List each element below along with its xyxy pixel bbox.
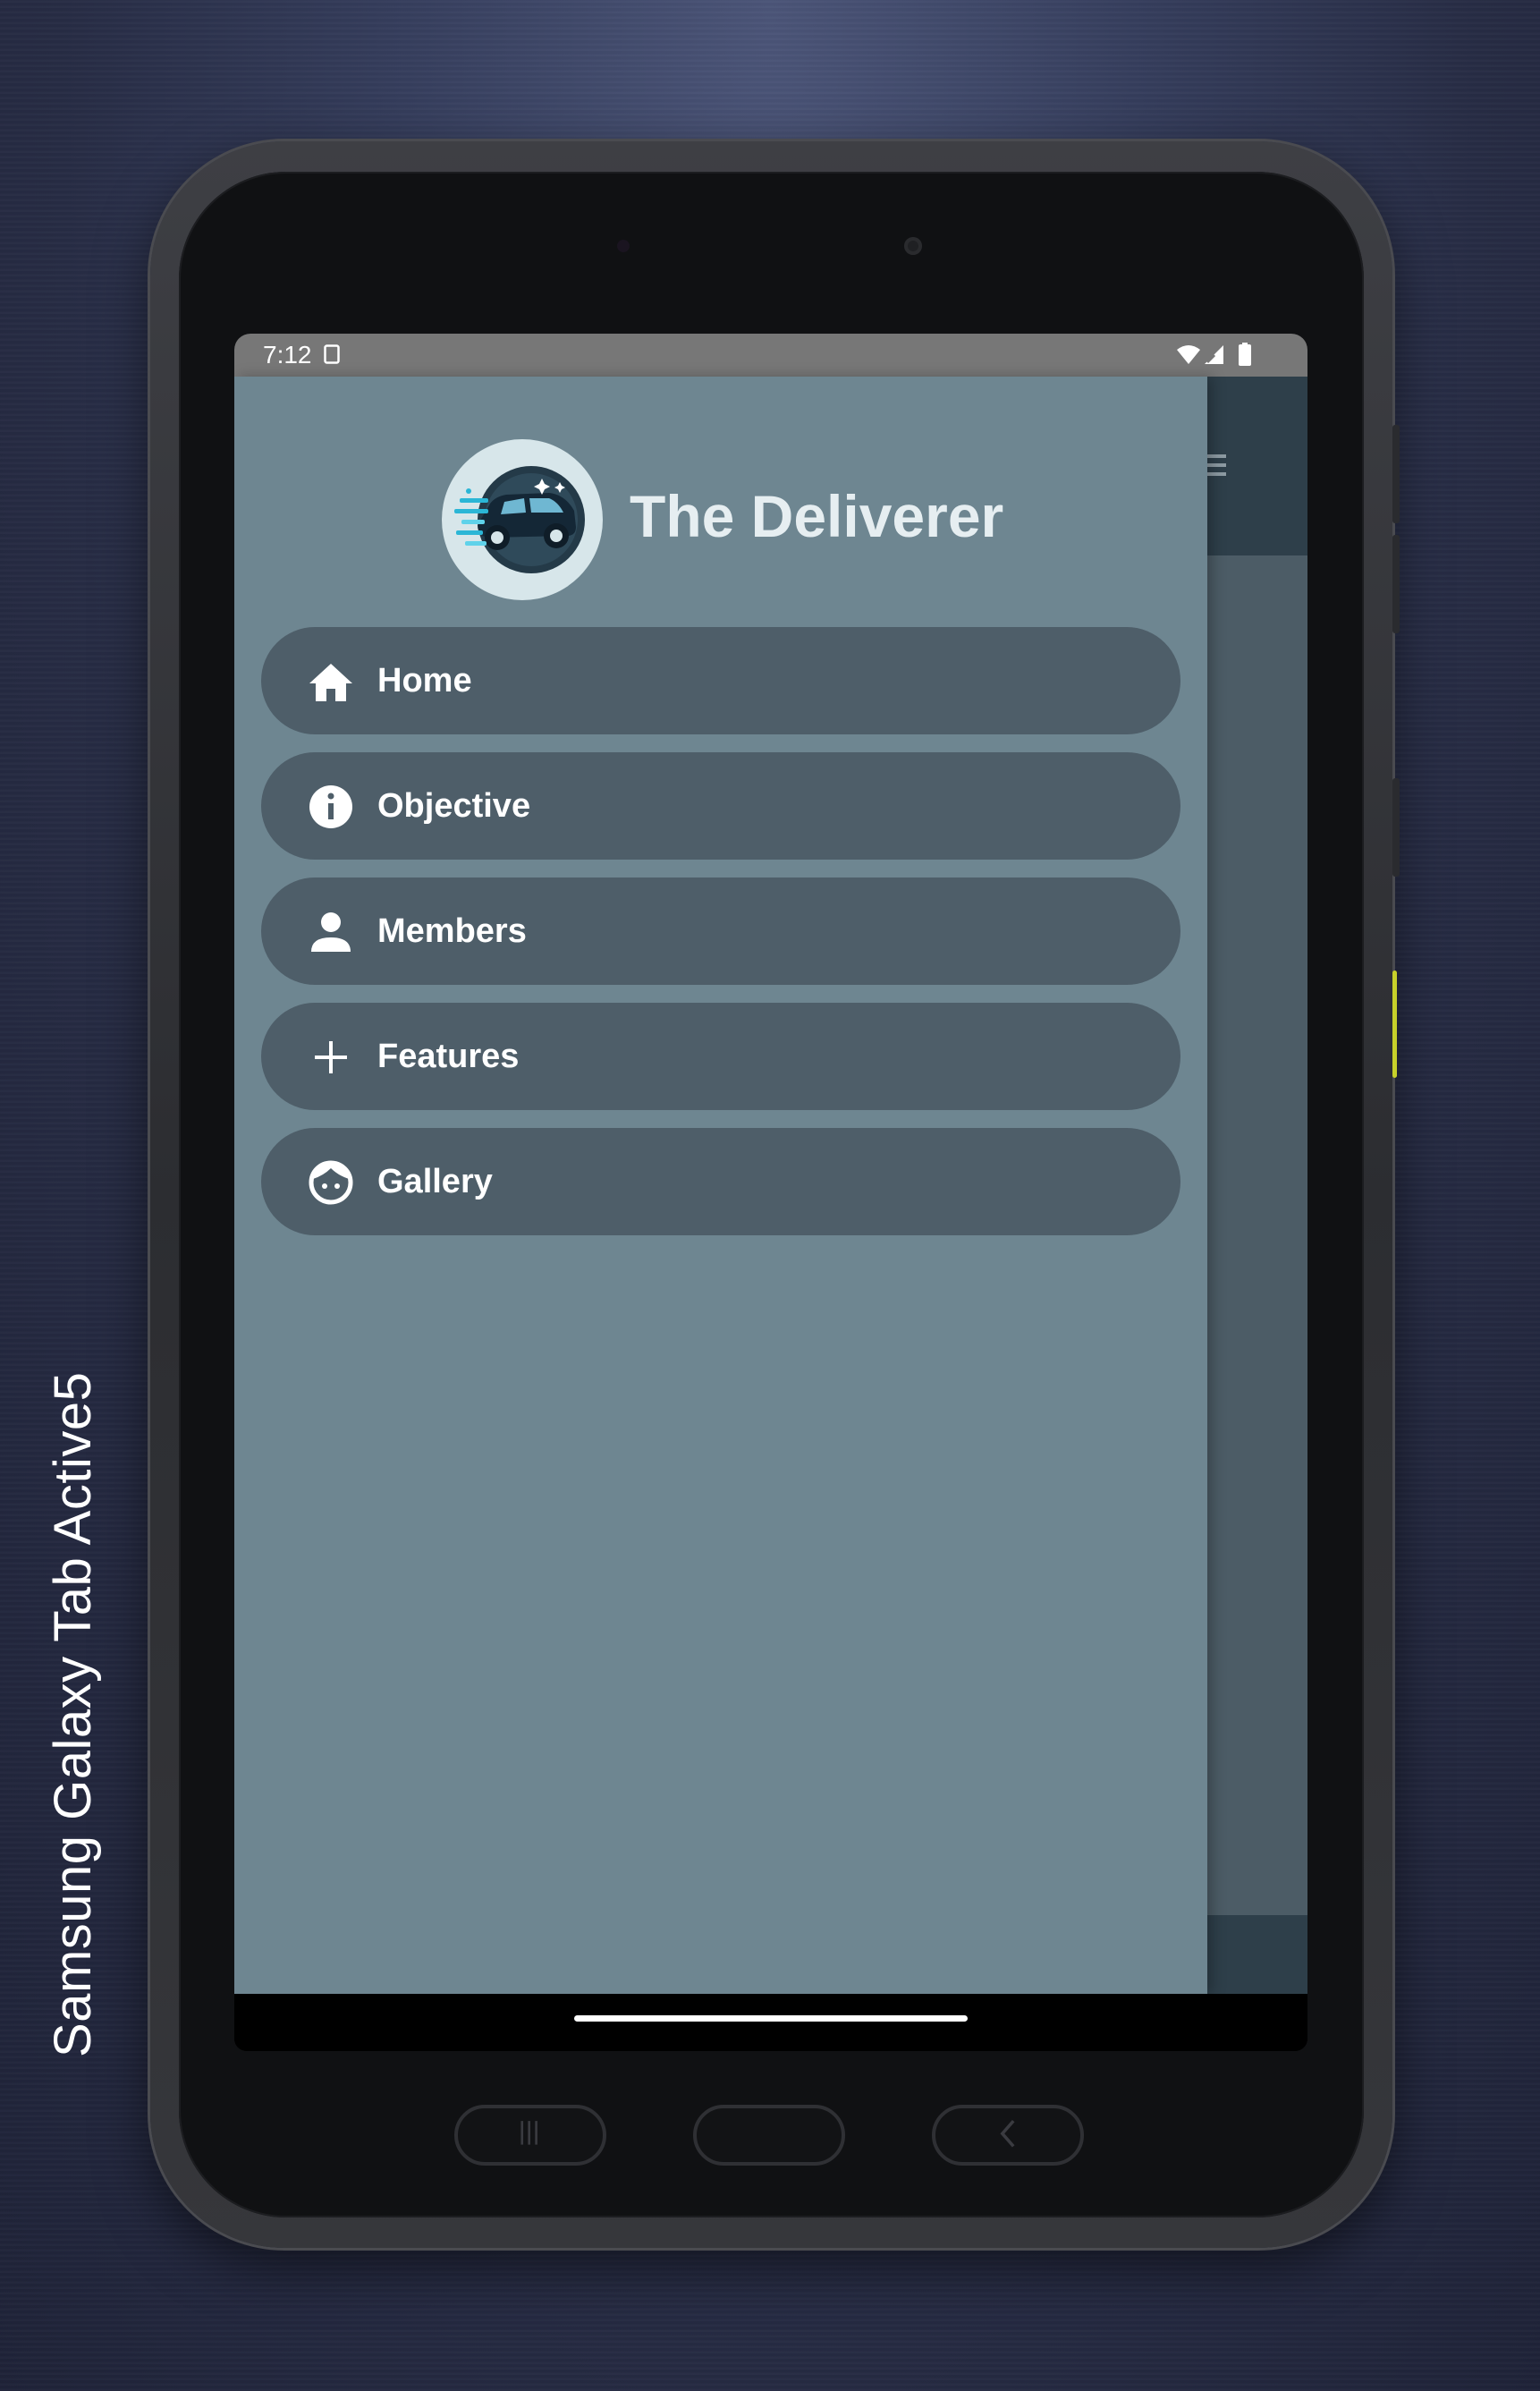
active-key	[1392, 971, 1397, 1078]
info-icon	[309, 785, 352, 828]
nav-item-gallery[interactable]: Gallery	[261, 1128, 1180, 1235]
light-sensor	[617, 240, 630, 252]
nav-label-objective: Objective	[377, 787, 531, 825]
screenshot-icon	[324, 344, 340, 364]
nav-item-features[interactable]: Features	[261, 1003, 1180, 1110]
signal-icon	[1205, 345, 1223, 364]
navigation-drawer: The Deliverer Home Objective Members Fea…	[234, 377, 1207, 1994]
status-icons	[1177, 343, 1251, 366]
volume-down-key	[1392, 535, 1400, 633]
plus-icon	[315, 1041, 347, 1073]
recents-icon	[520, 2121, 537, 2145]
nav-label-gallery: Gallery	[377, 1163, 493, 1200]
nav-label-home: Home	[377, 662, 472, 699]
nav-label-features: Features	[377, 1038, 520, 1075]
home-hardware-key[interactable]	[693, 2105, 845, 2166]
face-icon	[309, 1160, 353, 1205]
app-title: The Deliverer	[630, 483, 1004, 549]
recents-hardware-key[interactable]	[454, 2105, 606, 2166]
nav-label-members: Members	[377, 912, 527, 950]
battery-icon	[1239, 343, 1251, 366]
wifi-icon	[1177, 345, 1200, 364]
volume-up-key	[1392, 425, 1400, 523]
person-icon	[311, 912, 351, 952]
back-hardware-key[interactable]	[932, 2105, 1084, 2166]
gesture-navigation-area	[234, 1994, 1307, 2051]
drawer-header: The Deliverer	[234, 439, 1207, 600]
device-model-label: Samsung Galaxy Tab Active5	[44, 1371, 102, 2057]
back-chevron-icon	[1000, 2119, 1015, 2148]
delivery-car-logo	[442, 439, 603, 600]
home-icon	[309, 664, 352, 701]
power-key	[1392, 778, 1400, 877]
status-bar: 7:12	[234, 334, 1307, 377]
front-camera	[904, 237, 922, 255]
nav-item-objective[interactable]: Objective	[261, 752, 1180, 860]
drawer-nav-list: Home Objective Members Features Gallery	[261, 627, 1180, 1253]
nav-item-home[interactable]: Home	[261, 627, 1180, 734]
device-screen: 7:12 The Deliverer Home Objective Member…	[234, 334, 1307, 2051]
nav-item-members[interactable]: Members	[261, 878, 1180, 985]
status-time: 7:12	[263, 341, 312, 369]
gesture-handle[interactable]	[574, 2015, 968, 2022]
